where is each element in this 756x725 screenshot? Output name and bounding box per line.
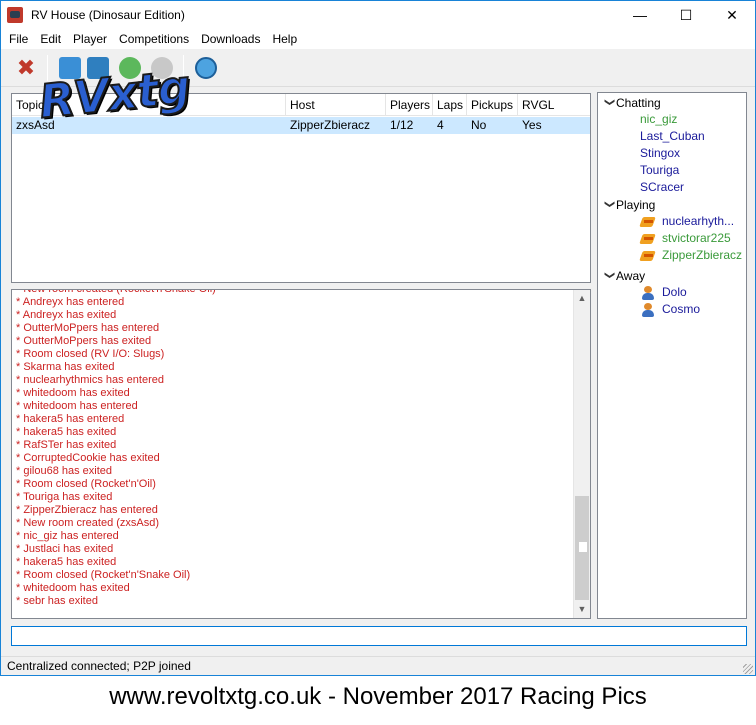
scroll-thumb[interactable] xyxy=(575,496,589,600)
cell-players: 1/12 xyxy=(390,118,414,132)
connection-icon[interactable] xyxy=(195,57,217,79)
log-line: * gilou68 has exited xyxy=(16,465,113,477)
status-bar: Centralized connected; P2P joined xyxy=(1,656,755,676)
cell-host: ZipperZbieracz xyxy=(290,118,371,132)
log-line: * nic_giz has entered xyxy=(16,530,119,542)
user-item[interactable]: stvictorar225 xyxy=(640,230,731,247)
user-name: Stingox xyxy=(640,146,681,160)
log-line: * Skarma has exited xyxy=(16,361,115,373)
user-name: ZipperZbieracz xyxy=(662,248,743,262)
log-scrollbar[interactable]: ▲ ▼ xyxy=(573,290,590,618)
playing-icon xyxy=(640,232,656,246)
chevron-down-icon[interactable]: ❯ xyxy=(601,98,617,112)
log-line: * whitedoom has exited xyxy=(16,387,130,399)
user-item[interactable]: Last_Cuban xyxy=(640,128,705,145)
user-item[interactable]: Dolo xyxy=(640,284,687,301)
user-item[interactable]: Stingox xyxy=(640,145,680,162)
menu-downloads[interactable]: Downloads xyxy=(195,29,266,49)
log-line: * Room closed (RV I/O: Slugs) xyxy=(16,348,165,360)
cell-pickups: No xyxy=(471,118,487,132)
user-name: nic_giz xyxy=(640,112,678,126)
close-x-icon[interactable]: ✖ xyxy=(15,57,37,79)
col-pickups[interactable]: Pickups xyxy=(467,94,518,116)
user-item[interactable]: nuclearhyth... xyxy=(640,213,734,230)
log-line: * ZipperZbieracz has entered xyxy=(16,504,158,516)
app-icon xyxy=(7,7,23,23)
user-name: Touriga xyxy=(640,163,680,177)
menu-file[interactable]: File xyxy=(3,29,34,49)
col-host[interactable]: Host xyxy=(286,94,386,116)
log-line: * OutterMoPpers has entered xyxy=(16,322,160,334)
log-line: * whitedoom has entered xyxy=(16,400,138,412)
log-line: * Andreyx has exited xyxy=(16,309,117,321)
caption: www.revoltxtg.co.uk - November 2017 Raci… xyxy=(109,683,647,710)
user-item[interactable]: nic_giz xyxy=(640,111,677,128)
user-name: Cosmo xyxy=(662,302,701,316)
group-away[interactable]: ❯Away xyxy=(602,268,645,284)
log-line: * Touriga has exited xyxy=(16,491,113,503)
away-icon xyxy=(640,285,656,300)
minimize-button[interactable]: — xyxy=(617,1,663,29)
away-icon xyxy=(640,302,656,317)
col-players[interactable]: Players xyxy=(386,94,433,116)
cell-laps: 4 xyxy=(437,118,444,132)
user-item[interactable]: Touriga xyxy=(640,162,679,179)
menu-bar: File Edit Player Competitions Downloads … xyxy=(1,29,755,49)
resize-grip[interactable] xyxy=(743,664,753,674)
group-chatting[interactable]: ❯Chatting xyxy=(602,95,661,111)
window-title: RV House (Dinosaur Edition) xyxy=(31,8,185,22)
user-name: stvictorar225 xyxy=(662,231,731,245)
log-line: * New room created (zxsAsd) xyxy=(16,517,160,529)
log-line: * Justlaci has exited xyxy=(16,543,114,555)
group-playing[interactable]: ❯Playing xyxy=(602,197,655,213)
cell-rvgl: Yes xyxy=(522,118,542,132)
chevron-down-icon[interactable]: ❯ xyxy=(601,200,617,214)
log-line: * Andreyx has entered xyxy=(16,296,125,308)
chevron-down-icon[interactable]: ❯ xyxy=(601,271,617,285)
log-line: * New room created (Rocket'n'Snake Oil) xyxy=(16,289,216,295)
user-item[interactable]: SCracer xyxy=(640,179,684,196)
scroll-up-icon[interactable]: ▲ xyxy=(574,290,590,307)
log-line: * RafSTer has exited xyxy=(16,439,117,451)
menu-edit[interactable]: Edit xyxy=(34,29,67,49)
menu-competitions[interactable]: Competitions xyxy=(113,29,195,49)
title-bar: RV House (Dinosaur Edition) — ☐ ✕ xyxy=(1,1,755,29)
close-button[interactable]: ✕ xyxy=(709,1,755,29)
log-line: * hakera5 has entered xyxy=(16,413,125,425)
chat-log: * New room created (Rocket'n'Snake Oil) *… xyxy=(11,289,591,619)
main-window: RV House (Dinosaur Edition) — ☐ ✕ File E… xyxy=(0,0,756,676)
log-lines: * New room created (Rocket'n'Snake Oil) *… xyxy=(16,289,216,608)
user-item[interactable]: ZipperZbieracz xyxy=(640,247,742,264)
user-name: Dolo xyxy=(662,285,687,299)
col-laps[interactable]: Laps xyxy=(433,94,467,116)
log-line: * Room closed (Rocket'n'Oil) xyxy=(16,478,156,490)
status-text: Centralized connected; P2P joined xyxy=(7,659,191,673)
scroll-down-icon[interactable]: ▼ xyxy=(574,601,590,618)
log-line: * hakera5 has exited xyxy=(16,556,117,568)
playing-icon xyxy=(640,249,656,263)
log-line: * CorruptedCookie has exited xyxy=(16,452,160,464)
user-name: SCracer xyxy=(640,180,685,194)
log-line: * OutterMoPpers has exited xyxy=(16,335,152,347)
log-line: * hakera5 has exited xyxy=(16,426,117,438)
maximize-button[interactable]: ☐ xyxy=(663,1,709,29)
menu-help[interactable]: Help xyxy=(266,29,303,49)
menu-player[interactable]: Player xyxy=(67,29,113,49)
user-item[interactable]: Cosmo xyxy=(640,301,700,318)
log-line: * sebr has exited xyxy=(16,595,98,607)
user-name: Last_Cuban xyxy=(640,129,705,143)
user-name: nuclearhyth... xyxy=(662,214,735,228)
chat-input[interactable] xyxy=(11,626,747,646)
log-line: * Room closed (Rocket'n'Snake Oil) xyxy=(16,569,191,581)
user-list: ❯Chatting nic_giz Last_Cuban Stingox Tourig… xyxy=(597,92,747,619)
log-line: * nuclearhythmics has entered xyxy=(16,374,164,386)
col-rvgl[interactable]: RVGL xyxy=(518,94,592,116)
playing-icon xyxy=(640,215,656,229)
log-line: * whitedoom has exited xyxy=(16,582,130,594)
